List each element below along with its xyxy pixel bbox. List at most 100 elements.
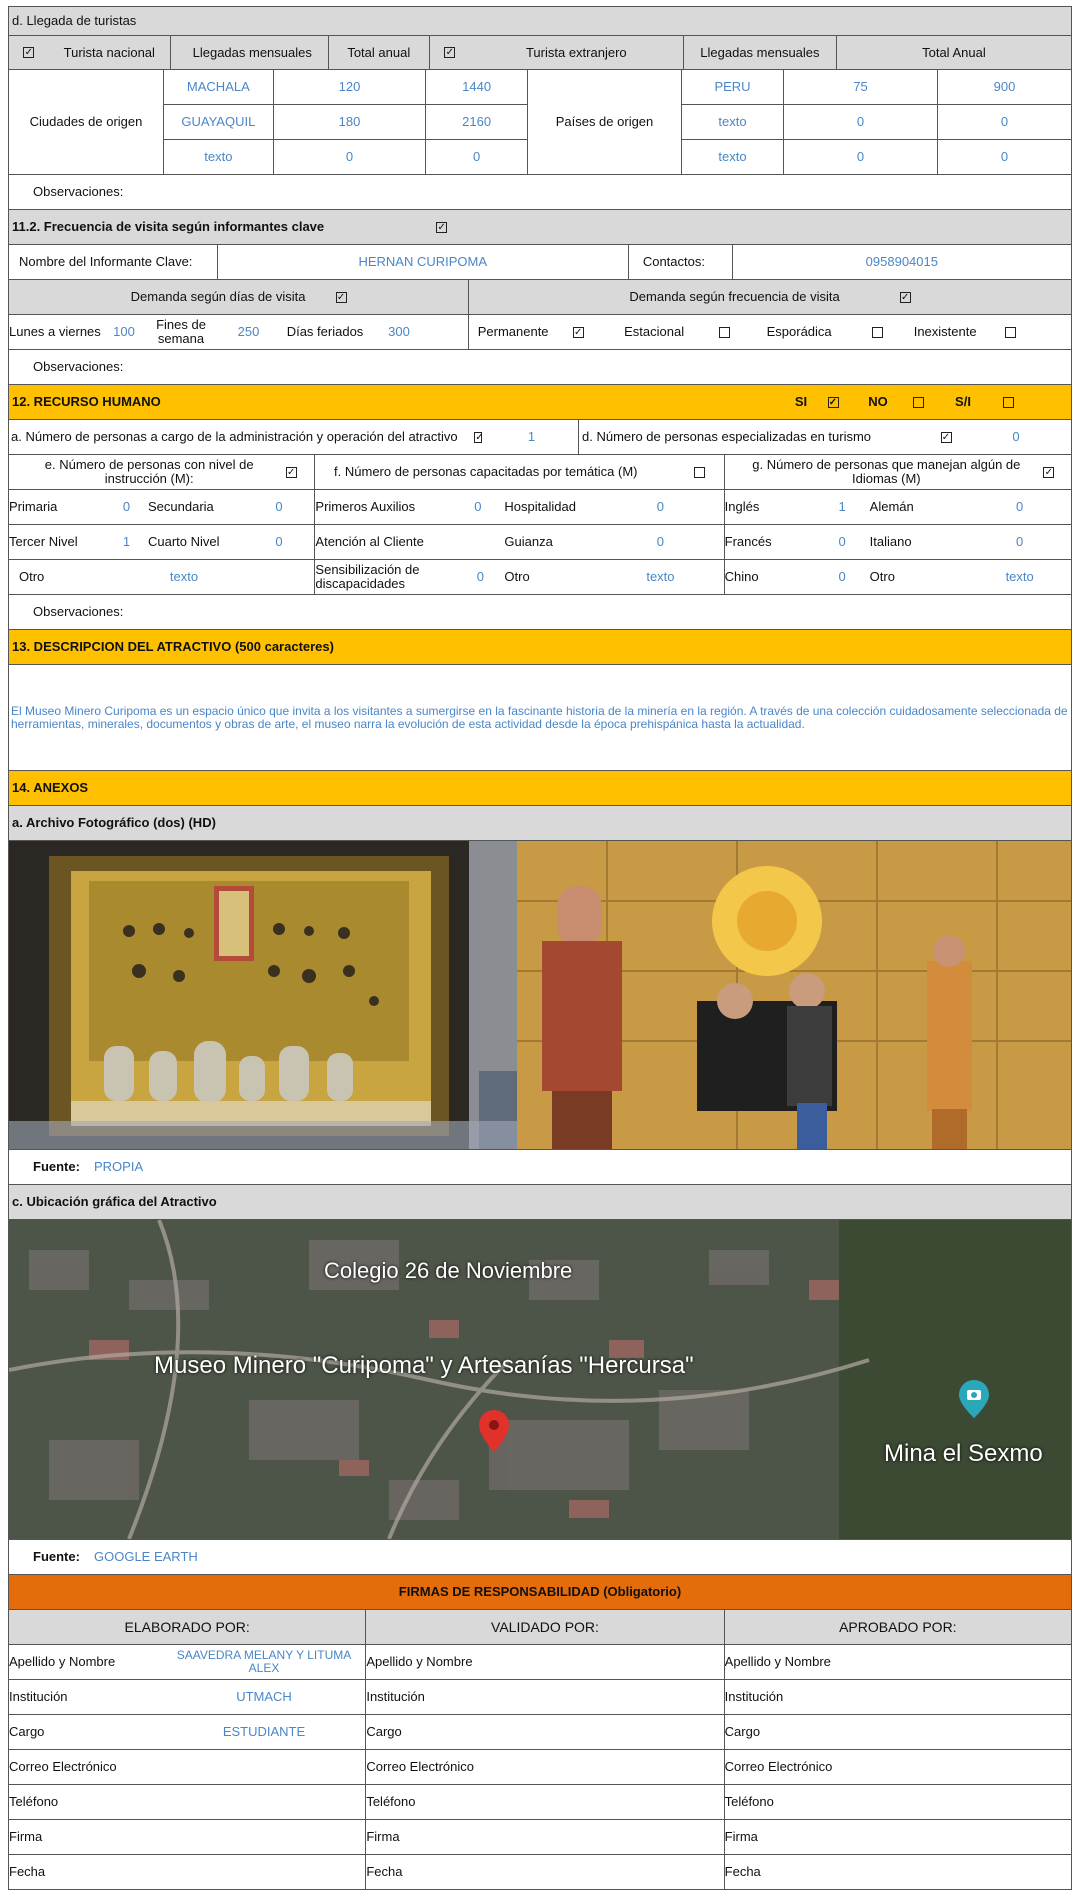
demanda-values-row: Lunes a viernes 100 Fines de semana 250 … [8, 315, 1072, 350]
esporadica-checkbox[interactable] [859, 326, 895, 338]
lunes-label: Lunes a viernes [9, 324, 101, 340]
primaria-value: 0 [122, 499, 131, 515]
extranjero-label: Turista extranjero [470, 36, 684, 69]
foto-title: a. Archivo Fotográfico (dos) (HD) [12, 815, 216, 831]
camera-pin-icon[interactable] [959, 1380, 989, 1418]
firmas-row-institucion: Institución UTMACH Institución Instituci… [8, 1680, 1072, 1715]
d-checkbox[interactable] [931, 420, 961, 454]
extranjero-pais: texto [682, 105, 784, 139]
g-label: g. Número de personas que manejan algún … [752, 457, 1021, 486]
llegada-columns-row: Turista nacional Llegadas mensuales Tota… [8, 36, 1072, 70]
firmas-title: FIRMAS DE RESPONSABILIDAD (Obligatorio) [398, 1584, 682, 1600]
recurso-humano-title: 12. RECURSO HUMANO [12, 394, 161, 410]
nacional-ciudad: MACHALA [164, 70, 274, 104]
recurso-row-1: Primaria 0 Secundaria 0 Primeros Auxilio… [8, 490, 1072, 525]
primaria-label: Primaria [9, 499, 58, 515]
fuente-foto-row: Fuente: PROPIA [8, 1150, 1072, 1185]
primeros-value: 0 [474, 499, 482, 515]
extranjero-anual-header: Total Anual [922, 44, 986, 60]
inexistente-checkbox[interactable] [995, 326, 1025, 338]
informante-label: Nombre del Informante Clave: [9, 245, 218, 279]
observaciones-row: Observaciones: [8, 175, 1072, 210]
g-checkbox[interactable] [1043, 466, 1055, 478]
satellite-map[interactable]: Colegio 26 de Noviembre Museo Minero "Cu… [9, 1220, 1071, 1539]
demanda-dias-header: Demanda según días de visita [9, 280, 470, 314]
e-checkbox[interactable] [285, 466, 297, 478]
paises-origen-label: Países de origen [528, 70, 682, 174]
extranjero-pais: PERU [682, 70, 784, 104]
no-label: NO [868, 394, 888, 410]
si-no-checkbox[interactable] [993, 385, 1023, 419]
si-no-label: S/I [955, 394, 971, 410]
firma-label: Firma [366, 1820, 725, 1854]
nacional-rows: MACHALA 120 1440 GUAYAQUIL 180 2160 text… [164, 70, 528, 174]
firmas-row-cargo: Cargo ESTUDIANTE Cargo Cargo [8, 1715, 1072, 1750]
extranjero-mensual: 0 [784, 140, 938, 174]
guianza-value: 0 [656, 534, 665, 550]
feriados-label: Días feriados [286, 324, 364, 340]
fuente-label: Fuente: [33, 1159, 80, 1175]
informante-value: HERNAN CURIPOMA [218, 245, 629, 279]
validado-header: VALIDADO POR: [366, 1610, 725, 1644]
nacional-anual: 1440 [462, 79, 492, 95]
telefono-label: Teléfono [724, 1794, 774, 1810]
firmas-row-telefono: Teléfono Teléfono Teléfono [8, 1785, 1072, 1820]
sensib-value: 0 [476, 569, 485, 585]
observaciones-label: Observaciones: [33, 359, 124, 375]
no-checkbox[interactable] [903, 385, 933, 419]
nacional-ciudad: GUAYAQUIL [164, 105, 274, 139]
apellido-label: Apellido y Nombre [724, 1654, 831, 1670]
demanda-dias-label: Demanda según días de visita [130, 289, 306, 305]
nacional-anual: 2160 [462, 114, 492, 130]
frecuencia-checkbox[interactable] [433, 210, 1071, 244]
cuarto-label: Cuarto Nivel [148, 534, 220, 550]
foto-row [8, 841, 1072, 1150]
firmas-header: FIRMAS DE RESPONSABILIDAD (Obligatorio) [8, 1575, 1072, 1610]
otro3-label: Otro [869, 569, 895, 585]
tercer-value: 1 [122, 534, 131, 550]
firmas-row-fecha: Fecha Fecha Fecha [8, 1855, 1072, 1890]
demanda-freq-checkbox[interactable] [899, 291, 911, 303]
f-checkbox[interactable] [694, 466, 706, 478]
lunes-value: 100 [113, 324, 135, 340]
demanda-dias-checkbox[interactable] [335, 291, 347, 303]
f-label: f. Número de personas capacitadas por te… [334, 464, 638, 480]
map-pin-icon[interactable] [479, 1410, 509, 1452]
cargo-label: Cargo [366, 1715, 725, 1749]
aleman-label: Alemán [869, 499, 914, 515]
nacional-label: Turista nacional [49, 36, 171, 69]
fuente-label: Fuente: [33, 1549, 80, 1565]
fuente-mapa-value: GOOGLE EARTH [94, 1549, 198, 1565]
estacional-checkbox[interactable] [709, 326, 739, 338]
correo-label: Correo Electrónico [9, 1750, 367, 1784]
fecha-label: Fecha [366, 1855, 725, 1889]
fuente-mapa-row: Fuente: GOOGLE EARTH [8, 1540, 1072, 1575]
recurso-row-3: Otro texto Sensibilización de discapacid… [8, 560, 1072, 595]
a-checkbox[interactable] [471, 420, 485, 454]
correo-label: Correo Electrónico [366, 1750, 725, 1784]
estacional-label: Estacional [624, 325, 685, 339]
chino-value: 0 [838, 569, 846, 585]
extranjero-mensual: 0 [784, 105, 938, 139]
institucion-label: Institución [724, 1689, 784, 1705]
si-checkbox[interactable] [813, 385, 853, 419]
map-label-colegio: Colegio 26 de Noviembre [324, 1258, 573, 1283]
map-row: Colegio 26 de Noviembre Museo Minero "Cu… [8, 1220, 1072, 1540]
nacional-anual-header: Total anual [329, 36, 430, 69]
informante-row: Nombre del Informante Clave: HERNAN CURI… [8, 245, 1072, 280]
descripcion-body: El Museo Minero Curipoma es un espacio ú… [8, 665, 1072, 771]
apellido-label: Apellido y Nombre [9, 1654, 116, 1670]
permanente-checkbox[interactable] [557, 326, 599, 338]
cuarto-value: 0 [275, 534, 283, 550]
firma-label: Firma [9, 1820, 367, 1854]
extranjero-checkbox[interactable] [430, 36, 470, 69]
contactos-value: 0958904015 [865, 254, 938, 270]
foto-header: a. Archivo Fotográfico (dos) (HD) [8, 806, 1072, 841]
tercer-label: Tercer Nivel [9, 534, 78, 550]
fines-value: 250 [237, 324, 260, 340]
telefono-label: Teléfono [366, 1785, 725, 1819]
primeros-label: Primeros Auxilios [315, 499, 416, 515]
demanda-header-row: Demanda según días de visita Demanda seg… [8, 280, 1072, 315]
elaborado-institucion: UTMACH [236, 1689, 292, 1705]
nacional-checkbox[interactable] [9, 36, 49, 69]
